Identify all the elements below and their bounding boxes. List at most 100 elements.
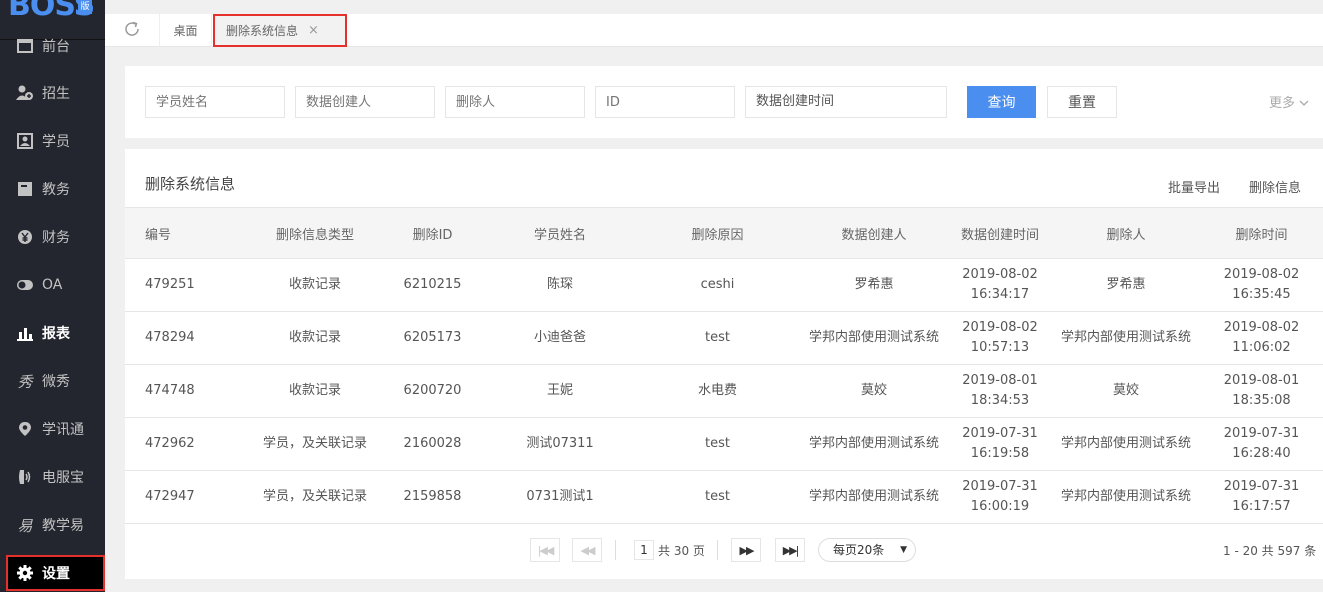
cell-deleted-time: 2019-08-01 18:35:08 — [1200, 364, 1323, 418]
user-add-icon — [16, 84, 34, 102]
logo-badge: 版 — [78, 0, 92, 14]
col-header-deleter[interactable]: 删除人 — [1052, 207, 1200, 259]
sidebar-item-oa[interactable]: OA — [0, 261, 105, 309]
sidebar-item-label: 财务 — [42, 230, 70, 246]
col-header-delete-id[interactable]: 删除ID — [380, 207, 485, 259]
pager-divider — [717, 540, 718, 560]
sidebar-item-label: 设置 — [42, 566, 70, 582]
prev-page-button[interactable]: ◀◀ — [572, 538, 602, 562]
col-header-id[interactable]: 编号 — [125, 207, 250, 259]
query-button[interactable]: 查询 — [967, 86, 1036, 118]
cell-deleted-time: 2019-07-31 16:28:40 — [1200, 417, 1323, 471]
data-table: 编号 删除信息类型 删除ID 学员姓名 删除原因 数据创建人 数据创建时间 删除… — [125, 207, 1323, 524]
book-icon — [16, 180, 34, 198]
cell-type: 学员，及关联记录 — [250, 470, 380, 524]
sidebar-item-dianfubao[interactable]: 电服宝 — [0, 453, 105, 501]
tab-delete-system-info[interactable]: 删除系统信息 × — [213, 14, 347, 47]
sidebar-item-frontdesk[interactable]: 前台 — [0, 22, 105, 70]
col-header-deleted-time[interactable]: 删除时间 — [1200, 207, 1323, 259]
tab-bar: 桌面 删除系统信息 × — [105, 14, 1323, 47]
cell-delete-id: 2160028 — [380, 417, 485, 471]
cell-delete-id: 6205173 — [380, 311, 485, 365]
sidebar-item-enroll[interactable]: 招生 — [0, 69, 105, 117]
col-header-reason[interactable]: 删除原因 — [635, 207, 800, 259]
batch-export-link[interactable]: 批量导出 — [1168, 177, 1220, 196]
cell-creator: 罗希惠 — [800, 258, 948, 312]
close-icon[interactable]: × — [308, 23, 319, 38]
sidebar-item-label: 电服宝 — [42, 470, 84, 486]
cell-student-name: 王妮 — [485, 364, 635, 418]
cell-deleted-time: 2019-08-02 11:06:02 — [1200, 311, 1323, 365]
panel-title: 删除系统信息 — [145, 175, 236, 193]
reset-button[interactable]: 重置 — [1047, 86, 1117, 118]
sidebar-item-weixiu[interactable]: 秀 微秀 — [0, 357, 105, 405]
table-row[interactable]: 472962 学员，及关联记录 2160028 测试07311 test 学邦内… — [125, 417, 1323, 471]
cell-type: 收款记录 — [250, 258, 380, 312]
sidebar-item-settings[interactable]: 设置 — [6, 555, 105, 591]
cell-created-time: 2019-08-01 18:34:53 — [948, 364, 1052, 418]
creator-input[interactable] — [295, 86, 435, 118]
more-label: 更多 — [1269, 96, 1296, 111]
created-time-picker[interactable]: 数据创建时间 — [745, 86, 947, 118]
cell-creator: 学邦内部使用测试系统 — [800, 470, 948, 524]
pagination: |◀◀ ◀◀ 1 共 30 页 ▶▶ ▶▶| 每页20条 ▼ 1 - 20 共 … — [125, 532, 1323, 568]
cell-deleter: 学邦内部使用测试系统 — [1052, 311, 1200, 365]
page-number-input[interactable]: 1 — [634, 540, 654, 560]
table-row[interactable]: 478294 收款记录 6205173 小迪爸爸 test 学邦内部使用测试系统… — [125, 311, 1323, 365]
table-row[interactable]: 479251 收款记录 6210215 陈琛 ceshi 罗希惠 2019-08… — [125, 258, 1323, 312]
more-filters-button[interactable]: 更多 — [1269, 92, 1309, 111]
col-header-type[interactable]: 删除信息类型 — [250, 207, 380, 259]
cell-id: 472947 — [125, 470, 250, 524]
first-page-icon: |◀◀ — [537, 543, 555, 557]
table-header-row: 编号 删除信息类型 删除ID 学员姓名 删除原因 数据创建人 数据创建时间 删除… — [125, 207, 1323, 259]
cell-delete-id: 6200720 — [380, 364, 485, 418]
cell-type: 收款记录 — [250, 311, 380, 365]
last-page-button[interactable]: ▶▶| — [775, 538, 805, 562]
cell-created-time: 2019-07-31 16:19:58 — [948, 417, 1052, 471]
cell-type: 收款记录 — [250, 364, 380, 418]
sidebar: BOSS 版 前台 招生 学员 教务 财务 OA 报表 秀 微秀 学讯通 电服宝 — [0, 0, 105, 592]
table-row[interactable]: 474748 收款记录 6200720 王妮 水电费 莫姣 2019-08-01… — [125, 364, 1323, 418]
col-header-creator[interactable]: 数据创建人 — [800, 207, 948, 259]
sidebar-item-xuexuntong[interactable]: 学讯通 — [0, 405, 105, 453]
chevron-down-icon — [1299, 96, 1309, 111]
col-header-student-name[interactable]: 学员姓名 — [485, 207, 635, 259]
sidebar-item-academic[interactable]: 教务 — [0, 165, 105, 213]
cell-student-name: 小迪爸爸 — [485, 311, 635, 365]
cell-deleter: 学邦内部使用测试系统 — [1052, 470, 1200, 524]
sidebar-item-label: 教学易 — [42, 518, 84, 534]
cell-creator: 莫姣 — [800, 364, 948, 418]
cell-reason: test — [635, 417, 800, 471]
delete-info-link[interactable]: 删除信息 — [1249, 177, 1301, 196]
sidebar-item-finance[interactable]: 财务 — [0, 213, 105, 261]
sidebar-item-reports[interactable]: 报表 — [0, 309, 105, 357]
last-page-icon: ▶▶| — [782, 543, 800, 557]
table-row[interactable]: 472947 学员，及关联记录 2159858 0731测试1 test 学邦内… — [125, 470, 1323, 524]
cell-id: 478294 — [125, 311, 250, 365]
next-page-button[interactable]: ▶▶ — [731, 538, 761, 562]
toggle-icon — [16, 276, 34, 294]
refresh-icon — [123, 20, 141, 42]
cell-id: 472962 — [125, 417, 250, 471]
page-size-select[interactable]: 每页20条 ▼ — [818, 538, 916, 562]
sidebar-item-label: 前台 — [42, 39, 70, 55]
gear-icon — [16, 564, 34, 582]
sidebar-item-jiaoxueyi[interactable]: 易 教学易 — [0, 501, 105, 549]
col-header-created-time[interactable]: 数据创建时间 — [948, 207, 1052, 259]
student-name-input[interactable] — [145, 86, 285, 118]
page-size-label: 每页20条 — [833, 543, 885, 557]
phone-icon — [16, 468, 34, 486]
sidebar-item-label: 学员 — [42, 134, 70, 150]
deleter-input[interactable] — [445, 86, 585, 118]
tab-desktop[interactable]: 桌面 — [160, 14, 212, 47]
cell-delete-id: 6210215 — [380, 258, 485, 312]
first-page-button[interactable]: |◀◀ — [530, 538, 560, 562]
yen-icon — [16, 228, 34, 246]
record-range: 1 - 20 共 597 条 — [1223, 544, 1317, 558]
sidebar-item-students[interactable]: 学员 — [0, 117, 105, 165]
id-input[interactable] — [595, 86, 735, 118]
refresh-button[interactable] — [105, 14, 160, 47]
tab-label: 删除系统信息 — [226, 24, 299, 38]
cell-deleted-time: 2019-07-31 16:17:57 — [1200, 470, 1323, 524]
cell-student-name: 测试07311 — [485, 417, 635, 471]
